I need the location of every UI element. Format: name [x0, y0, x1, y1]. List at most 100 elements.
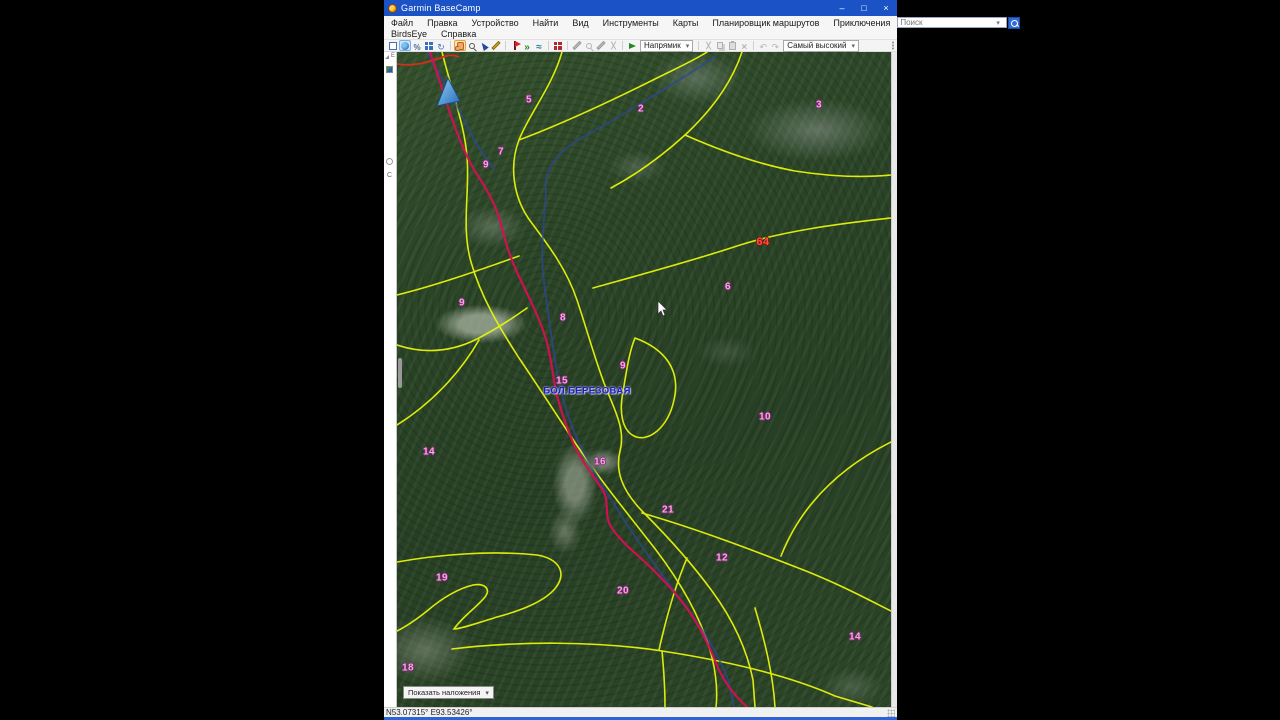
main-area: E C БОЛ.БЕРЕЗОВАЯ 5 2 3 7 9 64 6 9 8 9 1… [384, 52, 897, 707]
library-fragment-label: E [391, 53, 396, 59]
chevron-down-icon: ▾ [685, 42, 690, 50]
detail-toggle-icon[interactable] [411, 40, 423, 51]
menu-item-row1-1[interactable]: Правка [420, 18, 464, 28]
area-number-label: 21 [661, 504, 675, 516]
coordinates-readout: N53.07315° E93.53426° [386, 708, 473, 717]
menu-bar-row2: BirdsEye Справка [384, 29, 897, 40]
direct-routing-icon[interactable] [626, 40, 638, 51]
menu-item-row1-5[interactable]: Инструменты [596, 18, 666, 28]
zoom-tool-icon[interactable] [466, 40, 478, 51]
expander-icon[interactable] [385, 55, 389, 59]
new-track-icon[interactable] [533, 40, 545, 51]
area-number-label: 9 [458, 297, 466, 309]
routing-mode-combo[interactable]: Напрямик ▾ [640, 39, 694, 52]
road-line [397, 54, 460, 66]
chevron-down-icon: ▾ [485, 689, 489, 697]
view-map-only-icon[interactable] [387, 40, 399, 51]
measure-tool-icon[interactable] [490, 40, 502, 51]
status-bar: N53.07315° E93.53426° [384, 707, 897, 717]
delete-icon-disabled [738, 40, 750, 51]
area-number-label: 3 [815, 99, 823, 111]
detail-level-combo[interactable]: Самый высокий ▾ [783, 39, 859, 52]
detail-level-value: Самый высокий [787, 41, 847, 50]
title-bar[interactable]: Garmin BaseCamp – □ × [384, 0, 897, 16]
edit-tool-icon-disabled [571, 40, 583, 51]
undo-icon-disabled [757, 40, 769, 51]
menu-item-row1-3[interactable]: Найти [526, 18, 566, 28]
menu-item-row2-0[interactable]: BirdsEye [384, 29, 434, 39]
area-number-label: 15 [555, 375, 569, 387]
menu-item-row1-7[interactable]: Планировщик маршрутов [705, 18, 826, 28]
area-number-label: 9 [482, 159, 490, 171]
toolbar-separator [622, 41, 623, 50]
refresh-icon[interactable] [435, 40, 447, 51]
copy-icon-disabled [714, 40, 726, 51]
redo-icon-disabled [769, 40, 781, 51]
draw-tool-icon-disabled [595, 40, 607, 51]
area-number-label: 18 [401, 662, 415, 674]
chevron-down-icon: ▾ [851, 42, 855, 50]
area-number-label: 14 [848, 631, 862, 643]
area-number-label: 6 [724, 281, 732, 293]
menu-item-row1-2[interactable]: Устройство [465, 18, 526, 28]
stage: Garmin BaseCamp – □ × Файл Правка Устройст… [0, 0, 1280, 720]
toolbar-separator [548, 41, 549, 50]
map-canvas[interactable]: БОЛ.БЕРЕЗОВАЯ 5 2 3 7 9 64 6 9 8 9 15 10 14 16 21 12 19 2… [397, 52, 891, 707]
menu-item-row1-4[interactable]: Вид [565, 18, 595, 28]
area-number-label: 16 [593, 456, 607, 468]
toolbar-overflow-grip[interactable] [891, 41, 895, 50]
library-fragment-label2: C [387, 172, 393, 179]
boundary-lines [397, 52, 891, 707]
birdseye-icon[interactable] [552, 40, 564, 51]
toolbar: Напрямик ▾ Самый высокий ▾ [384, 39, 897, 52]
minimize-button[interactable]: – [831, 0, 853, 16]
overlay-dropdown-label: Показать наложения [408, 688, 481, 697]
gps-track[interactable] [428, 52, 749, 707]
area-number-label: 10 [758, 411, 772, 423]
search-button[interactable] [1008, 16, 1021, 29]
search-input-wrap[interactable]: ▾ [897, 17, 1008, 28]
menu-item-row1-8[interactable]: Приключения [826, 18, 897, 28]
basecamp-window: Garmin BaseCamp – □ × Файл Правка Устройст… [384, 0, 1021, 720]
menu-bar: Файл Правка Устройство Найти Вид Инструменты К… [384, 16, 1021, 29]
menu-item-row1-0[interactable]: Файл [384, 18, 420, 28]
resize-grip-icon[interactable] [887, 708, 895, 717]
area-number-label: 14 [422, 446, 436, 458]
library-panel-collapsed[interactable]: E C [384, 52, 397, 707]
map-cursor [657, 300, 668, 317]
routing-mode-value: Напрямик [644, 41, 681, 50]
pan-tool-icon[interactable] [454, 40, 466, 51]
maximize-button[interactable]: □ [853, 0, 875, 16]
globe-view-icon[interactable] [399, 40, 411, 51]
menu-item-row1-6[interactable]: Карты [666, 18, 706, 28]
window-right-edge [891, 52, 897, 707]
area-number-label: 12 [715, 552, 729, 564]
cut-icon-disabled [702, 40, 714, 51]
panel-splitter-handle[interactable] [398, 358, 402, 388]
search-input[interactable] [900, 18, 997, 27]
toolbar-separator [567, 41, 568, 50]
overlay-dropdown[interactable]: Показать наложения ▾ [403, 686, 494, 699]
area-number-label: 20 [616, 585, 630, 597]
inspect-tool-icon-disabled [583, 40, 595, 51]
app-icon [388, 3, 397, 13]
chevron-down-icon[interactable]: ▾ [996, 19, 1000, 27]
paste-icon-disabled [726, 40, 738, 51]
map-overlay-svg [397, 52, 891, 707]
area-number-label: 64 [756, 236, 770, 248]
toolbar-separator [698, 41, 700, 50]
new-route-icon[interactable] [521, 40, 533, 51]
library-circle-icon[interactable] [386, 158, 393, 165]
divide-tool-icon-disabled [607, 40, 619, 51]
library-item-icon[interactable] [386, 66, 393, 73]
close-button[interactable]: × [875, 0, 897, 16]
toolbar-separator [505, 41, 506, 50]
toolbar-separator [450, 41, 451, 50]
select-tool-icon[interactable] [478, 40, 490, 51]
window-title: Garmin BaseCamp [401, 3, 481, 13]
new-waypoint-icon[interactable] [509, 40, 521, 51]
river-label: БОЛ.БЕРЕЗОВАЯ [543, 385, 631, 397]
split-view-icon[interactable] [423, 40, 435, 51]
area-number-label: 5 [525, 94, 533, 106]
area-number-label: 9 [619, 360, 627, 372]
